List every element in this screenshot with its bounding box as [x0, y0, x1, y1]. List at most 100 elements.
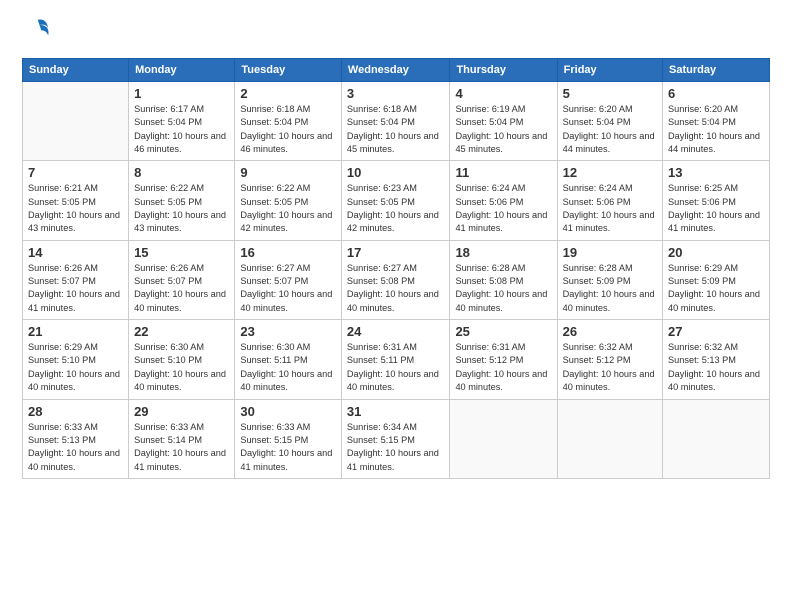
day-cell: 3Sunrise: 6:18 AM Sunset: 5:04 PM Daylig… — [341, 82, 450, 161]
day-info: Sunrise: 6:17 AM Sunset: 5:04 PM Dayligh… — [134, 103, 229, 156]
day-number: 28 — [28, 404, 123, 419]
header-day-tuesday: Tuesday — [235, 59, 342, 82]
day-cell: 24 Sunrise: 6:31 AM Sunset: 5:11 PM Dayli… — [341, 320, 450, 399]
day-number: 27 — [668, 324, 764, 339]
day-number: 18 — [455, 245, 551, 260]
day-cell: 21Sunrise: 6:29 AM Sunset: 5:10 PM Dayli… — [23, 320, 129, 399]
day-cell — [663, 399, 770, 478]
day-number: 7 — [28, 165, 123, 180]
day-number: 5 — [563, 86, 657, 101]
week-row-5: 28 Sunrise: 6:33 AM Sunset: 5:13 PM Dayli… — [23, 399, 770, 478]
day-info: Sunrise: 6:20 AM Sunset: 5:04 PM Dayligh… — [668, 103, 764, 156]
day-cell: 13 Sunrise: 6:25 AM Sunset: 5:06 PM Dayli… — [663, 161, 770, 240]
logo-icon — [22, 18, 50, 46]
header-day-saturday: Saturday — [663, 59, 770, 82]
day-info: Sunrise: 6:26 AM Sunset: 5:07 PM Dayligh… — [134, 262, 229, 315]
day-cell: 31 Sunrise: 6:34 AM Sunset: 5:15 PM Dayli… — [341, 399, 450, 478]
day-number: 30 — [240, 404, 336, 419]
week-row-2: 7 Sunrise: 6:21 AM Sunset: 5:05 PM Daylig… — [23, 161, 770, 240]
week-row-1: 1 Sunrise: 6:17 AM Sunset: 5:04 PM Daylig… — [23, 82, 770, 161]
calendar-body: 1 Sunrise: 6:17 AM Sunset: 5:04 PM Daylig… — [23, 82, 770, 479]
day-cell — [23, 82, 129, 161]
day-cell — [450, 399, 557, 478]
day-info: Sunrise: 6:21 AM Sunset: 5:05 PM Dayligh… — [28, 182, 123, 235]
day-info: Sunrise: 6:32 AM Sunset: 5:12 PM Dayligh… — [563, 341, 657, 394]
day-cell: 5 Sunrise: 6:20 AM Sunset: 5:04 PM Daylig… — [557, 82, 662, 161]
day-cell: 7 Sunrise: 6:21 AM Sunset: 5:05 PM Daylig… — [23, 161, 129, 240]
day-number: 10 — [347, 165, 445, 180]
week-row-3: 14 Sunrise: 6:26 AM Sunset: 5:07 PM Dayli… — [23, 240, 770, 319]
calendar: SundayMondayTuesdayWednesdayThursdayFrid… — [22, 58, 770, 479]
day-cell: 9 Sunrise: 6:22 AM Sunset: 5:05 PM Daylig… — [235, 161, 342, 240]
day-info: Sunrise: 6:23 AM Sunset: 5:05 PM Dayligh… — [347, 182, 445, 235]
day-number: 19 — [563, 245, 657, 260]
day-cell: 14 Sunrise: 6:26 AM Sunset: 5:07 PM Dayli… — [23, 240, 129, 319]
day-number: 16 — [240, 245, 336, 260]
day-cell: 30Sunrise: 6:33 AM Sunset: 5:15 PM Dayli… — [235, 399, 342, 478]
day-cell: 27 Sunrise: 6:32 AM Sunset: 5:13 PM Dayli… — [663, 320, 770, 399]
day-cell: 20 Sunrise: 6:29 AM Sunset: 5:09 PM Dayli… — [663, 240, 770, 319]
day-number: 6 — [668, 86, 764, 101]
day-number: 9 — [240, 165, 336, 180]
day-cell: 16 Sunrise: 6:27 AM Sunset: 5:07 PM Dayli… — [235, 240, 342, 319]
day-info: Sunrise: 6:22 AM Sunset: 5:05 PM Dayligh… — [240, 182, 336, 235]
day-number: 23 — [240, 324, 336, 339]
day-number: 29 — [134, 404, 229, 419]
day-info: Sunrise: 6:20 AM Sunset: 5:04 PM Dayligh… — [563, 103, 657, 156]
day-cell: 4 Sunrise: 6:19 AM Sunset: 5:04 PM Daylig… — [450, 82, 557, 161]
day-info: Sunrise: 6:24 AM Sunset: 5:06 PM Dayligh… — [563, 182, 657, 235]
day-info: Sunrise: 6:26 AM Sunset: 5:07 PM Dayligh… — [28, 262, 123, 315]
day-info: Sunrise: 6:31 AM Sunset: 5:11 PM Dayligh… — [347, 341, 445, 394]
day-number: 1 — [134, 86, 229, 101]
day-number: 31 — [347, 404, 445, 419]
day-info: Sunrise: 6:27 AM Sunset: 5:08 PM Dayligh… — [347, 262, 445, 315]
day-number: 8 — [134, 165, 229, 180]
day-cell: 1 Sunrise: 6:17 AM Sunset: 5:04 PM Daylig… — [129, 82, 235, 161]
day-number: 11 — [455, 165, 551, 180]
week-row-4: 21Sunrise: 6:29 AM Sunset: 5:10 PM Dayli… — [23, 320, 770, 399]
day-info: Sunrise: 6:28 AM Sunset: 5:08 PM Dayligh… — [455, 262, 551, 315]
day-cell: 25Sunrise: 6:31 AM Sunset: 5:12 PM Dayli… — [450, 320, 557, 399]
day-number: 17 — [347, 245, 445, 260]
day-cell: 22Sunrise: 6:30 AM Sunset: 5:10 PM Dayli… — [129, 320, 235, 399]
day-info: Sunrise: 6:33 AM Sunset: 5:13 PM Dayligh… — [28, 421, 123, 474]
day-info: Sunrise: 6:25 AM Sunset: 5:06 PM Dayligh… — [668, 182, 764, 235]
day-cell: 29Sunrise: 6:33 AM Sunset: 5:14 PM Dayli… — [129, 399, 235, 478]
header-row: SundayMondayTuesdayWednesdayThursdayFrid… — [23, 59, 770, 82]
day-cell: 26 Sunrise: 6:32 AM Sunset: 5:12 PM Dayli… — [557, 320, 662, 399]
day-cell: 8 Sunrise: 6:22 AM Sunset: 5:05 PM Daylig… — [129, 161, 235, 240]
day-number: 13 — [668, 165, 764, 180]
day-number: 2 — [240, 86, 336, 101]
day-cell: 18 Sunrise: 6:28 AM Sunset: 5:08 PM Dayli… — [450, 240, 557, 319]
day-info: Sunrise: 6:32 AM Sunset: 5:13 PM Dayligh… — [668, 341, 764, 394]
day-number: 15 — [134, 245, 229, 260]
day-cell: 28 Sunrise: 6:33 AM Sunset: 5:13 PM Dayli… — [23, 399, 129, 478]
header-day-wednesday: Wednesday — [341, 59, 450, 82]
day-cell — [557, 399, 662, 478]
day-number: 12 — [563, 165, 657, 180]
day-number: 24 — [347, 324, 445, 339]
day-info: Sunrise: 6:27 AM Sunset: 5:07 PM Dayligh… — [240, 262, 336, 315]
day-number: 3 — [347, 86, 445, 101]
header-day-monday: Monday — [129, 59, 235, 82]
day-cell: 2 Sunrise: 6:18 AM Sunset: 5:04 PM Daylig… — [235, 82, 342, 161]
day-number: 20 — [668, 245, 764, 260]
day-info: Sunrise: 6:22 AM Sunset: 5:05 PM Dayligh… — [134, 182, 229, 235]
day-info: Sunrise: 6:18 AM Sunset: 5:04 PM Dayligh… — [240, 103, 336, 156]
day-number: 26 — [563, 324, 657, 339]
day-info: Sunrise: 6:29 AM Sunset: 5:10 PM Dayligh… — [28, 341, 123, 394]
day-info: Sunrise: 6:19 AM Sunset: 5:04 PM Dayligh… — [455, 103, 551, 156]
logo — [22, 18, 54, 46]
day-cell: 19 Sunrise: 6:28 AM Sunset: 5:09 PM Dayli… — [557, 240, 662, 319]
day-info: Sunrise: 6:24 AM Sunset: 5:06 PM Dayligh… — [455, 182, 551, 235]
day-number: 14 — [28, 245, 123, 260]
day-cell: 10 Sunrise: 6:23 AM Sunset: 5:05 PM Dayli… — [341, 161, 450, 240]
day-info: Sunrise: 6:30 AM Sunset: 5:11 PM Dayligh… — [240, 341, 336, 394]
day-cell: 23 Sunrise: 6:30 AM Sunset: 5:11 PM Dayli… — [235, 320, 342, 399]
day-info: Sunrise: 6:28 AM Sunset: 5:09 PM Dayligh… — [563, 262, 657, 315]
day-cell: 17 Sunrise: 6:27 AM Sunset: 5:08 PM Dayli… — [341, 240, 450, 319]
day-info: Sunrise: 6:34 AM Sunset: 5:15 PM Dayligh… — [347, 421, 445, 474]
day-info: Sunrise: 6:29 AM Sunset: 5:09 PM Dayligh… — [668, 262, 764, 315]
day-number: 4 — [455, 86, 551, 101]
day-cell: 15 Sunrise: 6:26 AM Sunset: 5:07 PM Dayli… — [129, 240, 235, 319]
